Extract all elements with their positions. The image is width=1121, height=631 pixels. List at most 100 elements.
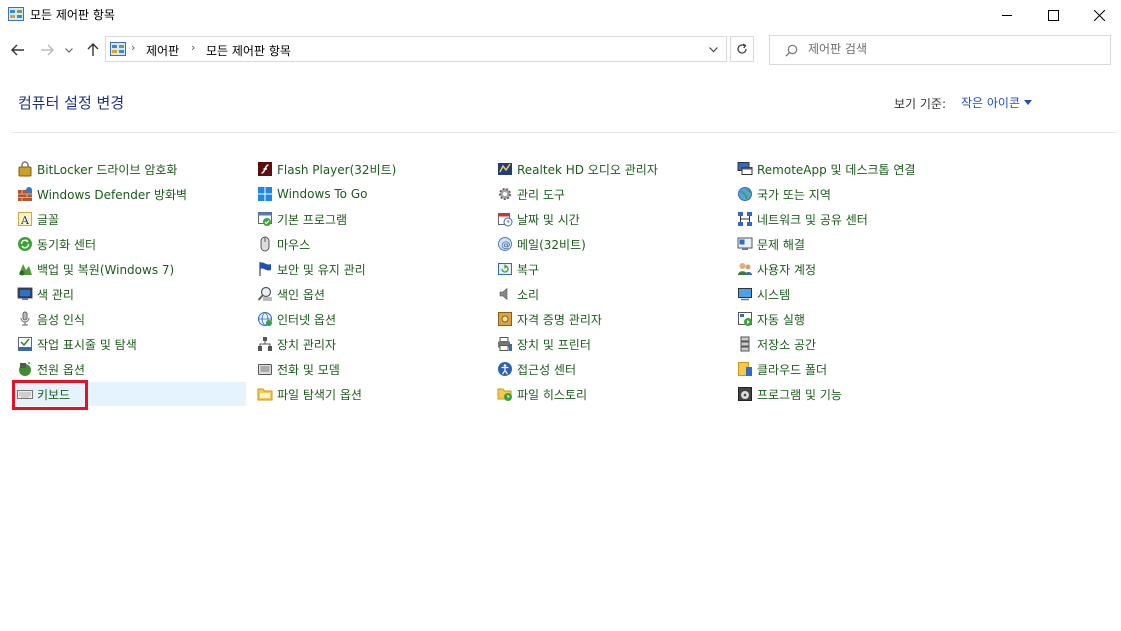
power-options-icon xyxy=(17,361,33,377)
internet-options-icon xyxy=(257,311,273,327)
firewall-icon xyxy=(17,186,33,202)
item-troubleshooting[interactable]: 문제 해결 xyxy=(732,232,966,256)
maximize-icon xyxy=(1047,9,1059,21)
search-input[interactable] xyxy=(808,42,1098,56)
search-icon xyxy=(785,44,798,57)
item-cloud-folder[interactable]: 클라우드 폴더 xyxy=(732,357,966,381)
item-speech-recognition[interactable]: 음성 인식 xyxy=(12,307,246,331)
item-default-programs[interactable]: 기본 프로그램 xyxy=(252,207,486,231)
item-file-explorer-options[interactable]: 파일 탐색기 옵션 xyxy=(252,382,486,406)
item-label: 시스템 xyxy=(757,287,791,302)
item-realtek-audio[interactable]: Realtek HD 오디오 관리자 xyxy=(492,157,726,181)
item-label: RemoteApp 및 데스크톱 연결 xyxy=(757,162,916,177)
item-firewall[interactable]: Windows Defender 방화벽 xyxy=(12,182,246,206)
recent-locations-button[interactable] xyxy=(62,40,76,60)
up-arrow-icon xyxy=(87,43,99,56)
item-flash-player[interactable]: Flash Player(32비트) xyxy=(252,157,486,181)
item-label: 작업 표시줄 및 탐색 xyxy=(37,337,137,352)
date-time-icon xyxy=(497,211,513,227)
speech-recognition-icon xyxy=(17,311,33,327)
item-backup-restore[interactable]: 백업 및 복원(Windows 7) xyxy=(12,257,246,281)
up-button[interactable] xyxy=(83,40,103,60)
autoplay-icon xyxy=(737,311,753,327)
address-bar[interactable]: › 제어판 › 모든 제어판 항목 xyxy=(105,36,727,62)
minimize-button[interactable] xyxy=(984,0,1030,30)
item-devices-printers[interactable]: 장치 및 프린터 xyxy=(492,332,726,356)
item-label: 접근성 센터 xyxy=(517,362,577,377)
item-programs-features[interactable]: 프로그램 및 기능 xyxy=(732,382,966,406)
item-label: 문제 해결 xyxy=(757,237,805,252)
item-label: 자동 실행 xyxy=(757,312,805,327)
item-label: 파일 탐색기 옵션 xyxy=(277,387,362,402)
item-network-sharing[interactable]: 네트워크 및 공유 센터 xyxy=(732,207,966,231)
search-box[interactable] xyxy=(769,35,1111,65)
item-label: Realtek HD 오디오 관리자 xyxy=(517,162,658,177)
item-security-maintenance[interactable]: 보안 및 유지 관리 xyxy=(252,257,486,281)
item-label: 사용자 계정 xyxy=(757,262,817,277)
network-sharing-icon xyxy=(737,211,753,227)
item-region[interactable]: 국가 또는 지역 xyxy=(732,182,966,206)
color-management-icon xyxy=(17,286,33,302)
item-file-history[interactable]: 파일 히스토리 xyxy=(492,382,726,406)
item-sound[interactable]: 소리 xyxy=(492,282,726,306)
item-sync-center[interactable]: 동기화 센터 xyxy=(12,232,246,256)
address-dropdown-button[interactable] xyxy=(706,43,720,57)
item-autoplay[interactable]: 자동 실행 xyxy=(732,307,966,331)
item-label: 장치 관리자 xyxy=(277,337,337,352)
item-mail[interactable]: @ 메일(32비트) xyxy=(492,232,726,256)
item-admin-tools[interactable]: 관리 도구 xyxy=(492,182,726,206)
item-fonts[interactable]: A 글꼴 xyxy=(12,207,246,231)
item-taskbar[interactable]: 작업 표시줄 및 탐색 xyxy=(12,332,246,356)
back-button[interactable] xyxy=(8,40,28,60)
breadcrumb-control-panel[interactable]: 제어판 xyxy=(146,42,179,59)
mouse-icon xyxy=(257,236,273,252)
bitlocker-icon xyxy=(17,161,33,177)
user-accounts-icon xyxy=(737,261,753,277)
item-mouse[interactable]: 마우스 xyxy=(252,232,486,256)
ease-of-access-icon xyxy=(497,361,513,377)
item-label: 인터넷 옵션 xyxy=(277,312,337,327)
item-label: 복구 xyxy=(517,262,540,277)
svg-text:@: @ xyxy=(501,241,510,251)
item-keyboard[interactable]: 키보드 xyxy=(12,382,246,406)
item-remoteapp[interactable]: RemoteApp 및 데스크톱 연결 xyxy=(732,157,966,181)
region-icon xyxy=(737,186,753,202)
item-label: Windows To Go xyxy=(277,187,368,201)
item-credential-manager[interactable]: 자격 증명 관리자 xyxy=(492,307,726,331)
item-label: 백업 및 복원(Windows 7) xyxy=(37,262,175,277)
view-by-dropdown[interactable]: 작은 아이콘 xyxy=(961,94,1033,111)
item-bitlocker[interactable]: BitLocker 드라이브 암호화 xyxy=(12,157,246,181)
item-label: 기본 프로그램 xyxy=(277,212,348,227)
refresh-button[interactable] xyxy=(730,36,754,62)
item-date-time[interactable]: 날짜 및 시간 xyxy=(492,207,726,231)
programs-features-icon xyxy=(737,386,753,402)
close-button[interactable] xyxy=(1076,0,1121,30)
view-by-value: 작은 아이콘 xyxy=(961,96,1021,110)
phone-modem-icon xyxy=(257,361,273,377)
item-device-manager[interactable]: 장치 관리자 xyxy=(252,332,486,356)
item-phone-modem[interactable]: 전화 및 모뎀 xyxy=(252,357,486,381)
item-power-options[interactable]: 전원 옵션 xyxy=(12,357,246,381)
view-by-label: 보기 기준: xyxy=(894,97,947,111)
indexing-options-icon xyxy=(257,286,273,302)
breadcrumb-separator: › xyxy=(191,41,196,54)
backup-restore-icon xyxy=(17,261,33,277)
breadcrumb-all-items[interactable]: 모든 제어판 항목 xyxy=(206,42,291,59)
item-label: 자격 증명 관리자 xyxy=(517,312,602,327)
forward-button[interactable] xyxy=(37,40,57,60)
maximize-button[interactable] xyxy=(1030,0,1076,30)
item-storage-spaces[interactable]: 저장소 공간 xyxy=(732,332,966,356)
control-panel-icon xyxy=(8,7,24,21)
header-divider xyxy=(12,132,1116,133)
item-label: Flash Player(32비트) xyxy=(277,162,397,177)
item-indexing-options[interactable]: 색인 옵션 xyxy=(252,282,486,306)
page-title: 컴퓨터 설정 변경 xyxy=(18,94,125,112)
item-windows-to-go[interactable]: Windows To Go xyxy=(252,182,486,206)
item-ease-of-access[interactable]: 접근성 센터 xyxy=(492,357,726,381)
item-system[interactable]: 시스템 xyxy=(732,282,966,306)
fonts-icon: A xyxy=(17,211,33,227)
item-user-accounts[interactable]: 사용자 계정 xyxy=(732,257,966,281)
item-recovery[interactable]: 복구 xyxy=(492,257,726,281)
item-color-management[interactable]: 색 관리 xyxy=(12,282,246,306)
item-internet-options[interactable]: 인터넷 옵션 xyxy=(252,307,486,331)
